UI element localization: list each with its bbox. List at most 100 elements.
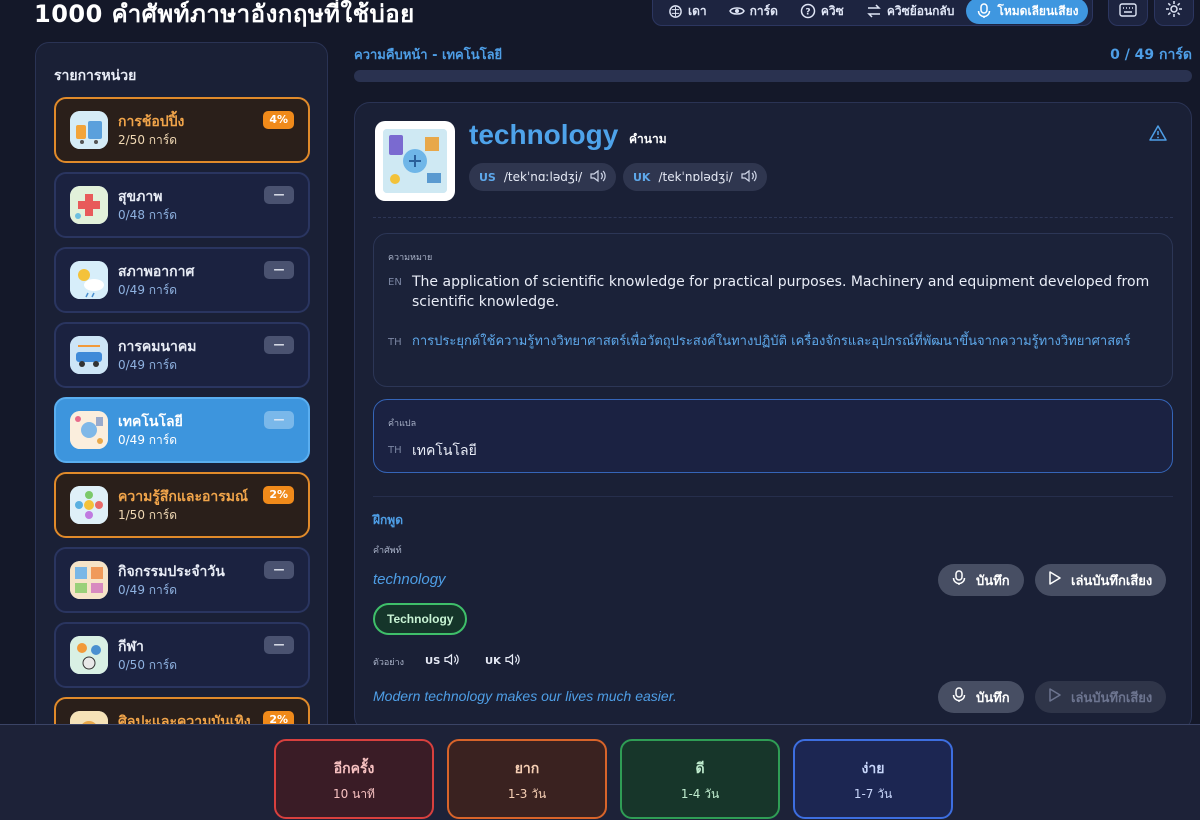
- unit-item-sports[interactable]: กีฬา 0/50 การ์ด —: [54, 622, 310, 688]
- unit-thumbnail: [70, 636, 108, 674]
- unit-item-health[interactable]: สุขภาพ 0/48 การ์ด —: [54, 172, 310, 238]
- pronunciation-us-button[interactable]: US /tekˈnɑːlədʒi/: [469, 163, 617, 191]
- unit-name: ความรู้สึกและอารมณ์: [118, 489, 248, 505]
- unit-count: 2/50 การ์ด: [118, 133, 178, 147]
- grade-interval: 10 นาที: [333, 787, 375, 801]
- play-label: เล่นบันทึกเสียง: [1071, 690, 1153, 706]
- play-example-recording-button[interactable]: เล่นบันทึกเสียง: [1035, 681, 1167, 713]
- unit-thumbnail: [70, 486, 108, 524]
- tts-tag: UK: [485, 655, 501, 667]
- meaning-box: ความหมาย EN The application of scientifi…: [373, 233, 1173, 387]
- unit-thumbnail: [70, 186, 108, 224]
- unit-item-feelings[interactable]: ความรู้สึกและอารมณ์ 1/50 การ์ด 2%: [54, 472, 310, 538]
- grade-good-button[interactable]: ดี 1-4 วัน: [620, 739, 780, 819]
- settings-button[interactable]: [1154, 0, 1194, 26]
- unit-item-technology[interactable]: เทคโนโลยี 0/49 การ์ด —: [54, 397, 310, 463]
- eye-icon: [728, 3, 745, 19]
- unit-count: 0/49 การ์ด: [118, 358, 178, 372]
- pron-text: /tekˈnɑːlədʒi/: [503, 170, 583, 184]
- unit-name: กิจกรรมประจำวัน: [118, 564, 225, 580]
- unit-thumbnail: [70, 411, 108, 449]
- svg-text:?: ?: [805, 8, 810, 18]
- part-of-speech: คำนาม: [629, 132, 667, 146]
- unit-count: 0/49 การ์ด: [118, 283, 178, 297]
- unit-count: 0/49 การ์ด: [118, 433, 178, 447]
- unit-count: 0/50 การ์ด: [118, 658, 178, 672]
- example-uk-audio-button[interactable]: UK: [485, 653, 520, 669]
- lang-tag-th: TH: [388, 337, 402, 348]
- play-icon: [1049, 571, 1061, 589]
- nav-card-button[interactable]: การ์ด: [719, 0, 788, 24]
- keyboard-button[interactable]: [1108, 0, 1148, 26]
- speaker-icon: [590, 169, 606, 186]
- unit-item-weather[interactable]: สภาพอากาศ 0/49 การ์ด —: [54, 247, 310, 313]
- mic-icon: [976, 3, 992, 19]
- unit-name: กีฬา: [118, 639, 144, 655]
- unit-thumbnail: [70, 561, 108, 599]
- unit-progress-badge: —: [264, 261, 294, 279]
- grading-bar: อีกครั้ง 10 นาที ยาก 1-3 วัน ดี 1-4 วัน …: [0, 724, 1200, 820]
- grade-again-button[interactable]: อีกครั้ง 10 นาที: [274, 739, 434, 819]
- unit-progress-badge: 4%: [263, 111, 294, 129]
- nav-reverse-quiz-button[interactable]: ควิซย้อนกลับ: [856, 0, 965, 24]
- unit-thumbnail: [70, 261, 108, 299]
- grade-interval: 1-3 วัน: [507, 787, 547, 801]
- pron-text: /tekˈnɒlədʒi/: [658, 170, 733, 184]
- unit-thumbnail: [70, 336, 108, 374]
- unit-progress-badge: —: [264, 186, 294, 204]
- lang-tag-en: EN: [388, 277, 402, 288]
- practice-title: ฝึกพูด: [373, 513, 403, 527]
- definition-th: การประยุกต์ใช้ความรู้ทางวิทยาศาสตร์เพื่อ…: [412, 334, 1131, 349]
- grade-interval: 1-7 วัน: [853, 787, 893, 801]
- example-us-audio-button[interactable]: US: [425, 653, 459, 669]
- nav-guess-button[interactable]: เดา: [657, 0, 717, 24]
- unit-count: 0/48 การ์ด: [118, 208, 178, 222]
- grade-hard-button[interactable]: ยาก 1-3 วัน: [447, 739, 607, 819]
- mic-icon: [952, 687, 966, 707]
- progress-bar: [354, 70, 1192, 82]
- unit-item-shopping[interactable]: การช้อปปิ้ง 2/50 การ์ด 4%: [54, 97, 310, 163]
- record-example-button[interactable]: บันทึก: [938, 681, 1024, 713]
- pron-tag: UK: [633, 170, 651, 184]
- nav-label: โหมดเลียนเสียง: [997, 3, 1079, 18]
- unit-item-transport[interactable]: การคมนาคม 0/49 การ์ด —: [54, 322, 310, 388]
- unit-progress-badge: —: [264, 336, 294, 354]
- report-warning-icon[interactable]: [1149, 125, 1167, 145]
- unit-sidebar: รายการหน่วย การช้อปปิ้ง 2/50 การ์ด 4% สุ…: [35, 42, 328, 742]
- record-word-button[interactable]: บันทึก: [938, 564, 1024, 596]
- question-icon: ?: [800, 3, 816, 19]
- speaker-icon: [505, 653, 520, 669]
- speaker-icon: [444, 653, 459, 669]
- progress-label: ความคืบหน้า - เทคโนโลยี: [354, 48, 503, 63]
- record-label: บันทึก: [976, 690, 1010, 706]
- nav-label: ควิซย้อนกลับ: [886, 3, 955, 18]
- unit-item-daily-activities[interactable]: กิจกรรมประจำวัน 0/49 การ์ด —: [54, 547, 310, 613]
- unit-count: 0/49 การ์ด: [118, 583, 178, 597]
- grade-interval: 1-4 วัน: [680, 787, 720, 801]
- nav-quiz-button[interactable]: ? ควิซ: [790, 0, 854, 24]
- flashcard: technology คำนาม US /tekˈnɑːlədʒi/ UK /t…: [354, 102, 1192, 732]
- grade-label: ง่าย: [861, 761, 885, 777]
- grade-label: อีกครั้ง: [333, 761, 375, 777]
- vocab-label: คำศัพท์: [373, 546, 402, 556]
- translation-box: คำแปล TH เทคโนโลยี: [373, 399, 1173, 473]
- word-image: [375, 121, 455, 201]
- unit-name: การช้อปปิ้ง: [118, 114, 185, 130]
- swap-icon: [866, 3, 882, 19]
- nav-shadowing-button[interactable]: โหมดเลียนเสียง: [966, 0, 1089, 24]
- translation-text: เทคโนโลยี: [412, 443, 477, 459]
- unit-name: การคมนาคม: [118, 339, 197, 355]
- grade-label: ยาก: [514, 761, 540, 777]
- progress-count: 0 / 49 การ์ด: [1110, 47, 1192, 63]
- keyboard-icon: [1119, 2, 1137, 21]
- tts-tag: US: [425, 655, 441, 667]
- record-label: บันทึก: [976, 573, 1010, 589]
- grade-easy-button[interactable]: ง่าย 1-7 วัน: [793, 739, 953, 819]
- pron-tag: US: [479, 170, 496, 184]
- pronunciation-uk-button[interactable]: UK /tekˈnɒlədʒi/: [623, 163, 767, 191]
- play-word-recording-button[interactable]: เล่นบันทึกเสียง: [1035, 564, 1167, 596]
- unit-progress-badge: —: [264, 561, 294, 579]
- mode-nav: เดา การ์ด ? ควิซ ควิซย้อนกลับ โหมดเลียนเ…: [652, 0, 1094, 26]
- meaning-label: ความหมาย: [388, 253, 433, 263]
- unit-count: 1/50 การ์ด: [118, 508, 178, 522]
